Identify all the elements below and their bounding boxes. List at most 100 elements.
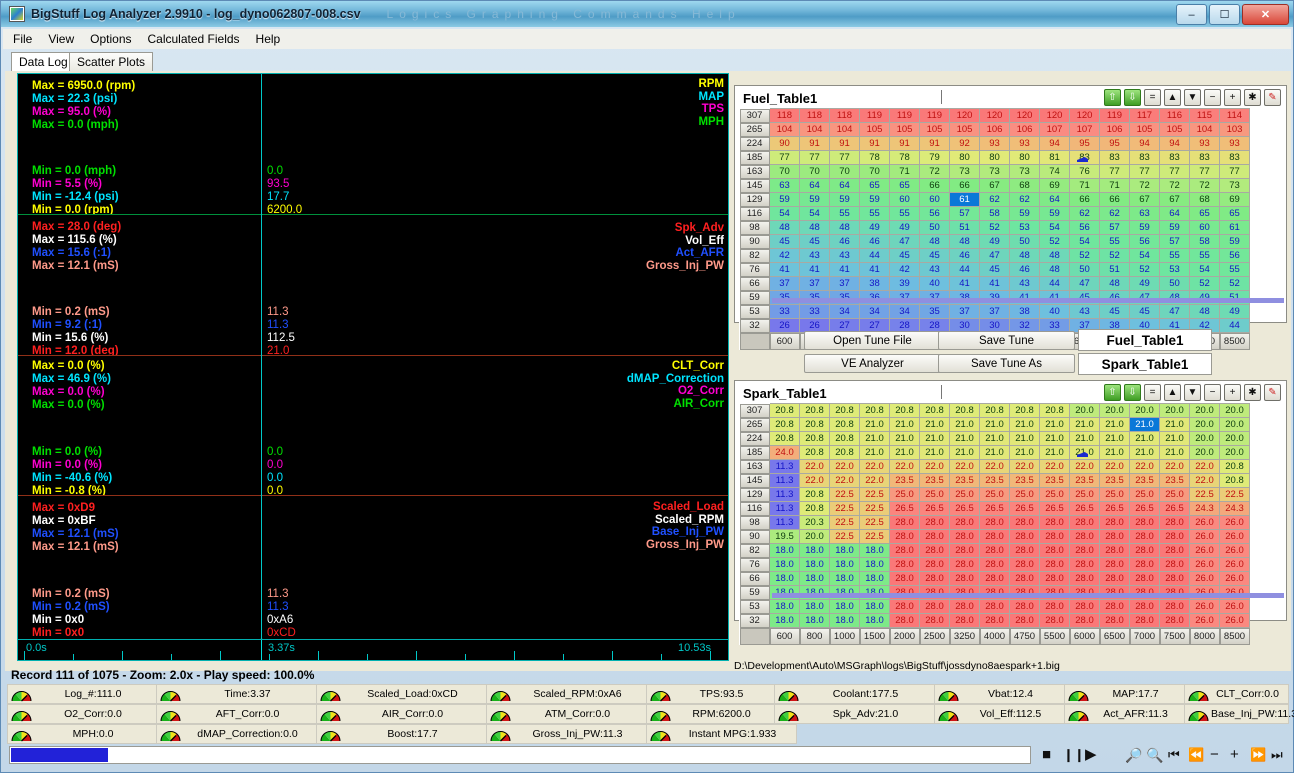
table-cell[interactable]: 48	[1040, 263, 1070, 277]
row-header[interactable]: 185	[740, 446, 770, 460]
table-cell[interactable]: 83	[1100, 151, 1130, 165]
table-cell[interactable]: 26.0	[1220, 614, 1250, 628]
table-row[interactable]: 11654545555555657585959626263646565	[740, 207, 1250, 221]
asterisk-icon[interactable]: ✱	[1244, 89, 1261, 106]
table-cell[interactable]: 28.0	[890, 544, 920, 558]
table-cell[interactable]: 28.0	[1130, 600, 1160, 614]
table-cell[interactable]: 22.5	[1190, 488, 1220, 502]
table-cell[interactable]: 46	[950, 249, 980, 263]
graph-cursor-line[interactable]	[261, 74, 262, 660]
table-cell[interactable]: 80	[1010, 151, 1040, 165]
table-row[interactable]: 9848484849495051525354565759596061	[740, 221, 1250, 235]
table-cell[interactable]: 19.5	[770, 530, 800, 544]
table-cell[interactable]: 26.0	[1190, 614, 1220, 628]
table-cell[interactable]: 22.0	[1190, 474, 1220, 488]
minus-icon-spark[interactable]: −	[1204, 384, 1221, 401]
table-cell[interactable]: 20.0	[1160, 404, 1190, 418]
table-cell[interactable]: 28.0	[1160, 600, 1190, 614]
table-cell[interactable]: 28.0	[890, 530, 920, 544]
column-header[interactable]: 4750	[1010, 628, 1040, 645]
table-cell[interactable]: 20.8	[1040, 404, 1070, 418]
graph-panel-4[interactable]: Scaled_Load Scaled_RPM Base_Inj_PW Gross…	[18, 496, 728, 638]
table-cell[interactable]: 52	[980, 221, 1010, 235]
table-cell[interactable]: 26.5	[1100, 502, 1130, 516]
table-cell[interactable]: 28.0	[1100, 600, 1130, 614]
table-cell[interactable]: 20.8	[770, 432, 800, 446]
plus-icon-spark[interactable]: +	[1224, 384, 1241, 401]
table-row[interactable]: 7618.018.018.018.028.028.028.028.028.028…	[740, 558, 1250, 572]
table-cell[interactable]: 28.0	[1010, 600, 1040, 614]
table-cell[interactable]: 21.0	[920, 418, 950, 432]
table-cell[interactable]: 59	[860, 193, 890, 207]
table-cell[interactable]: 65	[890, 179, 920, 193]
zoom-in-icon[interactable]: 🔍	[1146, 745, 1163, 765]
save-tune-button[interactable]: Save Tune	[938, 331, 1075, 350]
table-cell[interactable]: 21.0	[950, 446, 980, 460]
table-cell[interactable]: 62	[980, 193, 1010, 207]
up-triangle-icon-spark[interactable]: ▲	[1164, 384, 1181, 401]
table-cell[interactable]: 20.8	[770, 404, 800, 418]
row-header[interactable]: 32	[740, 319, 770, 333]
table-cell[interactable]: 77	[1190, 165, 1220, 179]
table-cell[interactable]: 28.0	[1100, 572, 1130, 586]
table-cell[interactable]: 18.0	[830, 572, 860, 586]
table-cell[interactable]: 114	[1220, 109, 1250, 123]
table-cell[interactable]: 25.0	[1040, 488, 1070, 502]
table-cell[interactable]: 73	[950, 165, 980, 179]
table-cell[interactable]: 28.0	[1130, 516, 1160, 530]
table-cell[interactable]: 66	[950, 179, 980, 193]
table-cell[interactable]: 28.0	[1130, 558, 1160, 572]
menu-item-calculated-fields[interactable]: Calculated Fields	[148, 32, 240, 46]
table-cell[interactable]: 28.0	[1160, 544, 1190, 558]
table-cell[interactable]: 25.0	[1070, 488, 1100, 502]
table-cell[interactable]: 28.0	[1160, 558, 1190, 572]
gauge-cell[interactable]: Vol_Eff:112.5	[935, 704, 1065, 724]
table-cell[interactable]: 20.8	[1220, 474, 1250, 488]
column-header[interactable]: 2500	[920, 628, 950, 645]
table-cell[interactable]: 22.5	[860, 502, 890, 516]
table-cell[interactable]: 80	[980, 151, 1010, 165]
table-cell[interactable]: 20.0	[1220, 418, 1250, 432]
table-cell[interactable]: 41	[830, 263, 860, 277]
table-cell[interactable]: 20.8	[830, 446, 860, 460]
table-cell[interactable]: 26.0	[1220, 572, 1250, 586]
table-cell[interactable]: 20.8	[830, 432, 860, 446]
table-cell[interactable]: 62	[1010, 193, 1040, 207]
table-cell[interactable]: 20.8	[800, 404, 830, 418]
table-cell[interactable]: 54	[1040, 221, 1070, 235]
graph-panel-1[interactable]: RPM MAP TPS MPH Max = 6950.0 (rpm) Max =…	[18, 74, 728, 214]
table-cell[interactable]: 48	[830, 221, 860, 235]
table-cell[interactable]: 20.8	[800, 488, 830, 502]
row-header[interactable]: 163	[740, 165, 770, 179]
minus-icon[interactable]: −	[1204, 89, 1221, 106]
table-cell[interactable]: 18.0	[800, 558, 830, 572]
table-cell[interactable]: 54	[1070, 235, 1100, 249]
table-cell[interactable]: 28.0	[1040, 572, 1070, 586]
table-cell[interactable]: 25.0	[1130, 488, 1160, 502]
table-cell[interactable]: 55	[890, 207, 920, 221]
table-cell[interactable]: 81	[1040, 151, 1070, 165]
table-cell[interactable]: 74	[1040, 165, 1070, 179]
table-cell[interactable]: 26.0	[1220, 516, 1250, 530]
table-cell[interactable]: 104	[1190, 123, 1220, 137]
table-cell[interactable]: 49	[860, 221, 890, 235]
table-cell[interactable]: 49	[1220, 305, 1250, 319]
table-cell[interactable]: 28.0	[1040, 530, 1070, 544]
row-header[interactable]: 145	[740, 474, 770, 488]
table-cell[interactable]: 48	[1190, 305, 1220, 319]
table-cell[interactable]: 21.0	[890, 432, 920, 446]
table-cell[interactable]: 28.0	[1070, 558, 1100, 572]
table-cell[interactable]: 20.8	[800, 432, 830, 446]
gauge-cell[interactable]: Scaled_Load:0xCD	[317, 684, 487, 704]
table-cell[interactable]: 62	[1070, 207, 1100, 221]
table-cell[interactable]: 20.8	[770, 418, 800, 432]
row-header[interactable]: 307	[740, 109, 770, 123]
last-record-button[interactable]: ⏭	[1271, 745, 1283, 765]
row-header[interactable]: 163	[740, 460, 770, 474]
table-cell[interactable]: 77	[770, 151, 800, 165]
table-cell[interactable]: 22.0	[800, 474, 830, 488]
table-cell[interactable]: 28.0	[1070, 544, 1100, 558]
open-tune-file-button[interactable]: Open Tune File	[804, 331, 941, 350]
table-cell[interactable]: 22.0	[890, 460, 920, 474]
table-cell[interactable]: 21.0	[920, 432, 950, 446]
